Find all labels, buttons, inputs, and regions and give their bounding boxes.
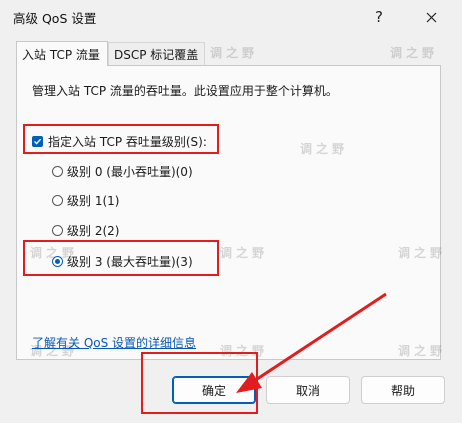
tab-inbound-tcp[interactable]: 入站 TCP 流量	[16, 41, 108, 66]
